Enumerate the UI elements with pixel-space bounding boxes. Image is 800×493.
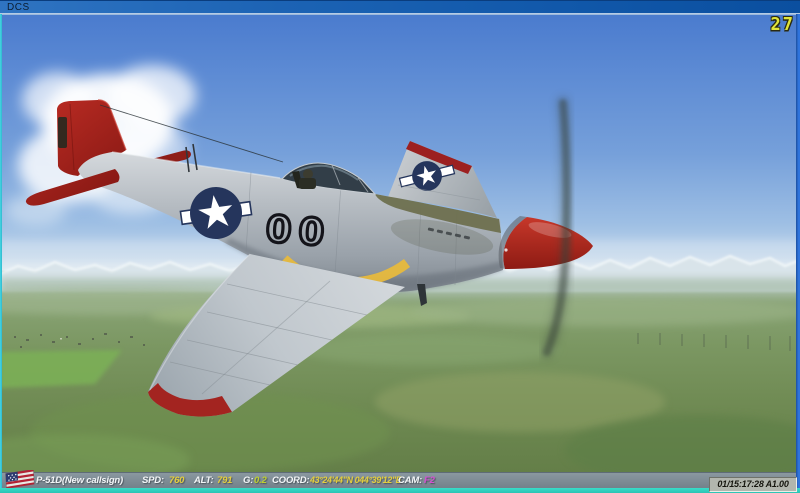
- window-border-bottom: [0, 488, 800, 493]
- clock-box: 01/15:17:28 A1.00: [709, 477, 797, 492]
- us-flag-icon: [5, 470, 35, 490]
- window-border-left: [0, 14, 2, 493]
- status-bar: P-51D(New callsign) SPD: 760 ALT: 791 G:…: [2, 472, 796, 488]
- g-value: 0.2: [254, 473, 267, 488]
- alt-label: ALT:: [194, 473, 213, 488]
- title-bar-separator: [0, 13, 800, 15]
- fps-counter: 27: [771, 15, 795, 36]
- aircraft-name: P-51D(New callsign): [36, 473, 123, 488]
- cam-label: CAM:: [398, 473, 422, 488]
- dcs-window: 00: [0, 0, 800, 493]
- spd-value: 760: [169, 473, 184, 488]
- g-label: G:: [243, 473, 253, 488]
- scene-background: [2, 14, 796, 488]
- coord-value: 43°24'44"N 044°39'12"E: [310, 473, 401, 488]
- spd-label: SPD:: [142, 473, 164, 488]
- alt-value: 791: [217, 473, 232, 488]
- cam-value: F2: [424, 473, 435, 488]
- coord-label: COORD:: [272, 473, 309, 488]
- window-border-right: [796, 14, 800, 493]
- title-bar[interactable]: DCS: [0, 0, 800, 13]
